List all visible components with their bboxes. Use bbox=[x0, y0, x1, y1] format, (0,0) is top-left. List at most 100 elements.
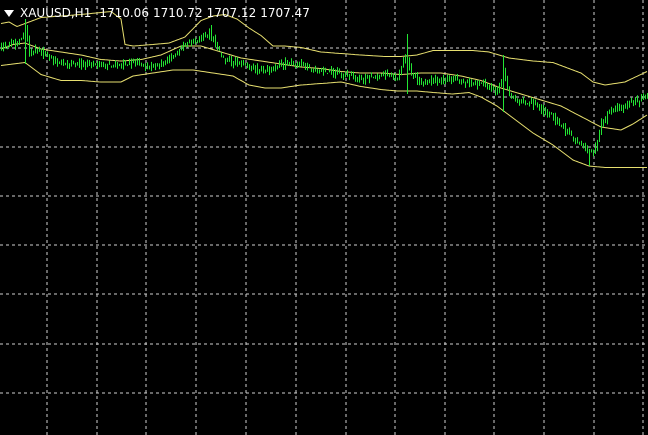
candle-body bbox=[557, 121, 558, 122]
candle-body bbox=[375, 76, 376, 79]
candle-body bbox=[531, 100, 532, 104]
candle-body bbox=[213, 36, 214, 40]
candle-body bbox=[89, 62, 90, 66]
candle-body bbox=[371, 76, 372, 78]
candle-body bbox=[83, 63, 84, 66]
candle-body bbox=[551, 113, 552, 115]
candle-body bbox=[489, 86, 490, 88]
candle-body bbox=[415, 74, 416, 76]
candle-body bbox=[79, 62, 80, 65]
candle-body bbox=[21, 38, 22, 40]
lower-band-line bbox=[0, 61, 647, 168]
candle-body bbox=[555, 115, 556, 122]
candle-body bbox=[435, 78, 436, 80]
candle-body bbox=[537, 103, 538, 107]
candle-body bbox=[315, 67, 316, 71]
candle-body bbox=[55, 58, 56, 61]
candle-body bbox=[607, 115, 608, 120]
candle-body bbox=[271, 67, 272, 70]
candle-body bbox=[397, 79, 398, 81]
candle-body bbox=[51, 56, 52, 58]
candle-body bbox=[401, 67, 402, 72]
candle-body bbox=[565, 127, 566, 132]
candle-body bbox=[367, 77, 368, 79]
candle-body bbox=[291, 62, 292, 64]
candle-body bbox=[507, 77, 508, 87]
candle-body bbox=[263, 68, 264, 70]
candle-body bbox=[539, 104, 540, 108]
candle-body bbox=[603, 120, 604, 123]
candle-body bbox=[7, 46, 8, 48]
candle-body bbox=[95, 64, 96, 66]
candle-body bbox=[101, 62, 102, 65]
candle-body bbox=[93, 64, 94, 66]
candle-body bbox=[459, 82, 460, 84]
candle-body bbox=[119, 64, 120, 66]
candle-body bbox=[241, 62, 242, 66]
candle-body bbox=[427, 81, 428, 83]
candle-body bbox=[525, 100, 526, 102]
candle-body bbox=[469, 82, 470, 84]
candle-body bbox=[611, 109, 612, 111]
candle-body bbox=[267, 68, 268, 71]
candle-body bbox=[487, 83, 488, 86]
candle-body bbox=[471, 82, 472, 85]
candle-body bbox=[175, 54, 176, 56]
price-chart[interactable] bbox=[0, 0, 648, 435]
candle-body bbox=[619, 107, 620, 110]
candle-body bbox=[87, 64, 88, 66]
candle-body bbox=[193, 40, 194, 41]
candle-body bbox=[365, 77, 366, 81]
candle-body bbox=[117, 64, 118, 68]
candle-body bbox=[111, 65, 112, 67]
chart-window[interactable]: XAUUSD,H1 1710.06 1710.72 1707.12 1707.4… bbox=[0, 0, 648, 435]
candle-body bbox=[639, 101, 640, 103]
candle-body bbox=[633, 102, 634, 104]
candle-body bbox=[523, 99, 524, 101]
candle-body bbox=[567, 129, 568, 132]
candle-body bbox=[47, 55, 48, 57]
candle-body bbox=[223, 56, 224, 58]
candle-body bbox=[211, 32, 212, 37]
candle-body bbox=[35, 48, 36, 50]
candle-body bbox=[149, 67, 150, 69]
candle-body bbox=[429, 79, 430, 82]
candle-body bbox=[383, 74, 384, 76]
candle-body bbox=[625, 105, 626, 108]
candle-body bbox=[437, 78, 438, 83]
candle-body bbox=[379, 75, 380, 79]
candle-body bbox=[71, 63, 72, 67]
candle-body bbox=[373, 77, 374, 79]
candle-body bbox=[473, 84, 474, 86]
candle-body bbox=[569, 131, 570, 133]
candle-body bbox=[561, 124, 562, 126]
candle-body bbox=[287, 61, 288, 65]
candle-body bbox=[613, 110, 614, 113]
candle-body bbox=[247, 64, 248, 66]
candle-body bbox=[73, 61, 74, 64]
candle-body bbox=[359, 77, 360, 80]
candle-body bbox=[65, 63, 66, 65]
candle-body bbox=[381, 74, 382, 76]
high-price: 1710.72 bbox=[152, 6, 203, 20]
candle-body bbox=[157, 65, 158, 67]
candle-body bbox=[1, 44, 2, 47]
candle-body bbox=[129, 62, 130, 64]
dropdown-triangle-icon[interactable] bbox=[4, 9, 14, 17]
candle-body bbox=[631, 101, 632, 103]
candle-body bbox=[99, 62, 100, 65]
candle-body bbox=[605, 117, 606, 122]
candle-body bbox=[343, 75, 344, 77]
candle-body bbox=[331, 70, 332, 72]
candle-body bbox=[617, 107, 618, 109]
candle-body bbox=[5, 45, 6, 47]
candle-body bbox=[347, 74, 348, 76]
candle-body bbox=[25, 28, 26, 33]
candle-body bbox=[37, 49, 38, 51]
candle-body bbox=[11, 42, 12, 44]
candle-body bbox=[571, 131, 572, 134]
candle-body bbox=[19, 39, 20, 43]
candle-body bbox=[107, 65, 108, 67]
candle-body bbox=[465, 83, 466, 85]
candle-body bbox=[493, 88, 494, 90]
